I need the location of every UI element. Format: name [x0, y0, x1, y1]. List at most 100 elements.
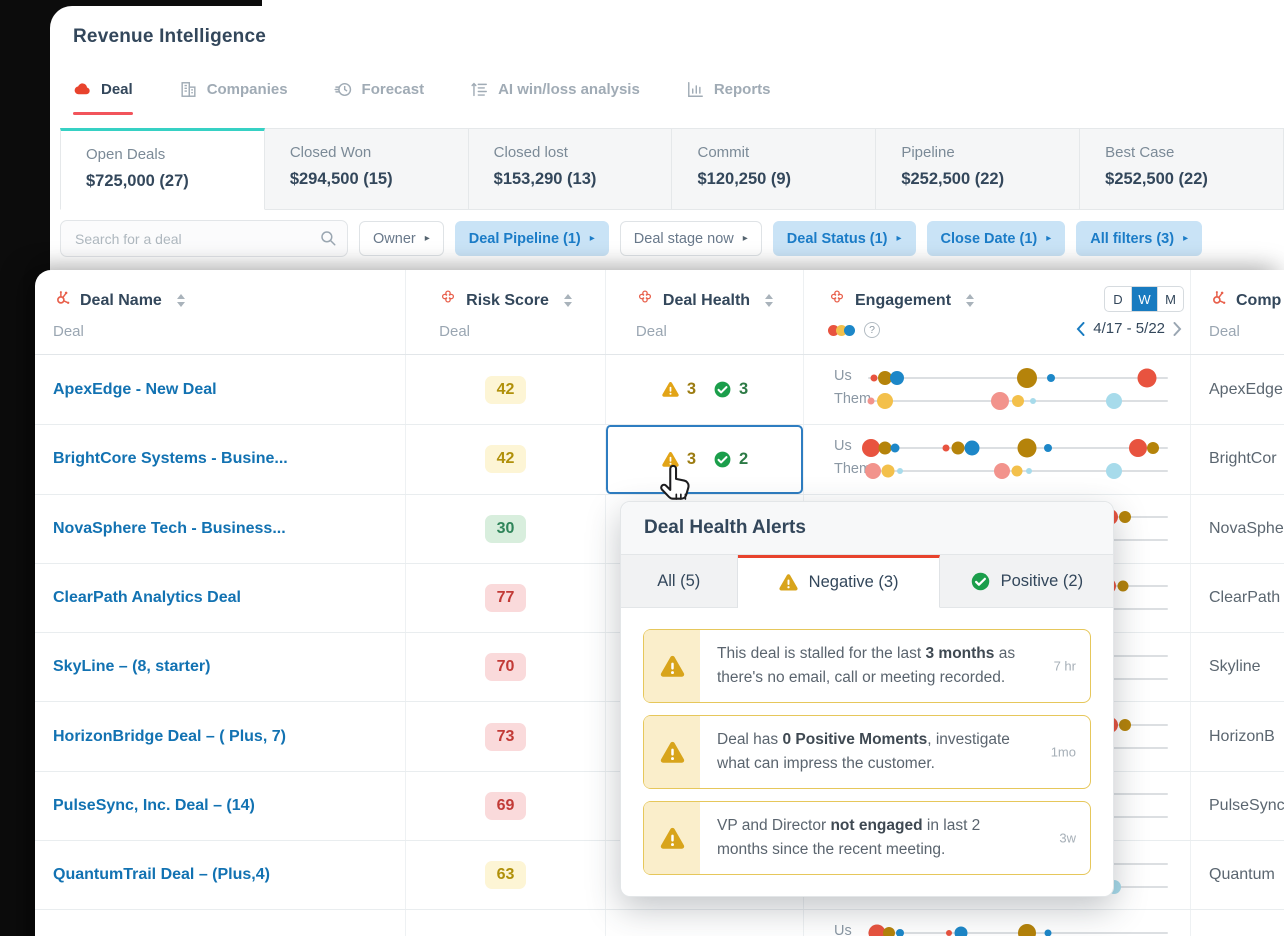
summary-card-pipeline[interactable]: Pipeline $252,500 (22) — [876, 128, 1081, 210]
engagement-dot — [1017, 367, 1037, 388]
warning-icon — [661, 450, 680, 469]
filter-chip-deal-pipeline-1[interactable]: Deal Pipeline (1) ▸ — [454, 221, 609, 256]
tab-label: Forecast — [361, 81, 425, 98]
period-range: 4/17 - 5/22 — [1093, 320, 1165, 337]
them-track — [864, 462, 1168, 479]
filter-chip-deal-stage-now[interactable]: Deal stage now ▸ — [619, 221, 762, 256]
engagement-dot — [954, 926, 968, 936]
chevron-right-icon: ▸ — [424, 233, 430, 244]
search-input[interactable] — [60, 220, 348, 257]
engagement-dot — [883, 926, 895, 936]
popup-tab-label: Negative (3) — [808, 573, 899, 591]
summary-card-best-case[interactable]: Best Case $252,500 (22) — [1080, 128, 1284, 210]
risk-score-pill: 42 — [485, 445, 526, 474]
page-title: Revenue Intelligence — [73, 26, 267, 47]
company-cell: ApexEdge — [1190, 355, 1284, 425]
deal-link[interactable]: QuantumTrail Deal – (Plus,4) — [53, 866, 270, 884]
tab-deal[interactable]: Deal — [73, 80, 133, 115]
us-label: Us — [834, 438, 852, 455]
column-label: Deal Name — [80, 291, 162, 309]
us-label: Us — [834, 368, 852, 384]
sort-deal-name[interactable] — [176, 294, 185, 307]
alert-text: This deal is stalled for the last 3 mont… — [717, 645, 1016, 687]
deal-link[interactable]: NovaSphere Tech - Business... — [53, 520, 286, 538]
column-sub: Deal — [1209, 323, 1240, 340]
chip-label: Deal stage now — [633, 230, 734, 247]
chevron-right-icon: ▸ — [1046, 233, 1052, 244]
risk-score-cell — [405, 910, 605, 936]
tab-label: AI win/loss analysis — [498, 81, 640, 98]
filter-chip-owner[interactable]: Owner ▸ — [359, 221, 444, 256]
chip-label: Deal Status (1) — [786, 230, 888, 247]
deal-link[interactable]: ClearPath Analytics Deal — [53, 589, 241, 607]
alert-card: Deal has 0 Positive Moments, investigate… — [643, 715, 1091, 790]
chip-label: Close Date (1) — [940, 230, 1038, 247]
company-cell: ClearPath — [1190, 563, 1284, 633]
filter-chip-all-filters-3[interactable]: All filters (3) ▸ — [1076, 221, 1203, 256]
ai-icon — [470, 80, 489, 99]
popup-tab-all-5[interactable]: All (5) — [621, 555, 738, 608]
popup-tab-label: Positive (2) — [1000, 571, 1084, 590]
summary-card-closed-won[interactable]: Closed Won $294,500 (15) — [264, 128, 469, 210]
engagement-dot — [864, 462, 881, 479]
engagement-dot — [1044, 929, 1052, 936]
tab-label: Deal — [101, 81, 133, 98]
engagement-dot — [1106, 392, 1122, 409]
tab-forecast[interactable]: Forecast — [334, 80, 425, 103]
engagement-cell: UsThem — [803, 910, 1190, 936]
toggle-month[interactable]: M — [1157, 287, 1183, 311]
help-icon[interactable]: ? — [864, 322, 880, 338]
reports-icon — [686, 80, 705, 99]
sort-deal-health[interactable] — [765, 294, 774, 307]
check-icon — [713, 380, 732, 399]
period-toggle: D W M — [1104, 286, 1184, 312]
column-sub: Deal — [635, 323, 667, 340]
popup-tab-negative-3[interactable]: Negative (3) — [737, 555, 940, 608]
search-box — [60, 220, 348, 257]
deal-link[interactable]: PulseSync, Inc. Deal – (14) — [53, 797, 255, 815]
popup-tab-positive-2[interactable]: Positive (2) — [939, 555, 1113, 608]
deal-link[interactable]: HorizonBridge Deal – ( Plus, 7) — [53, 728, 286, 746]
alert-timestamp: 7 hr — [1053, 658, 1076, 674]
chevron-right-icon[interactable] — [1173, 321, 1182, 336]
deal-link[interactable]: ApexEdge - New Deal — [53, 381, 217, 399]
us-label: Us — [834, 923, 852, 936]
tab-companies[interactable]: Companies — [179, 80, 288, 103]
tab-reports[interactable]: Reports — [686, 80, 771, 103]
card-label: Pipeline — [901, 144, 955, 161]
risk-score-cell: 42 — [405, 425, 605, 494]
chip-label: Deal Pipeline (1) — [468, 230, 581, 247]
us-track — [868, 367, 1168, 388]
deal-health-cell[interactable]: 32 — [605, 425, 803, 494]
positive-count: 2 — [739, 449, 749, 468]
nav-tabs: Deal Companies Forecast AI win/loss analysi… — [73, 80, 771, 115]
deal-link[interactable]: BrightCore Systems - Busine... — [53, 450, 288, 468]
tab-label: Reports — [713, 81, 771, 98]
filter-chip-close-date-1[interactable]: Close Date (1) ▸ — [926, 221, 1066, 256]
summary-card-commit[interactable]: Commit $120,250 (9) — [672, 128, 877, 210]
company-cell: BrightCor — [1190, 425, 1284, 494]
deal-link[interactable]: SkyLine – (8, starter) — [53, 658, 210, 676]
toggle-week[interactable]: W — [1131, 287, 1157, 311]
sort-engagement[interactable] — [966, 294, 975, 307]
deal-name-cell: ApexEdge - New Deal — [35, 355, 405, 424]
column-header-engagement: Engagement ? D W M 4/17 - 5/22 — [803, 270, 1190, 354]
card-label: Closed lost — [493, 144, 568, 161]
toggle-day[interactable]: D — [1105, 287, 1131, 311]
chevron-left-icon[interactable] — [1076, 321, 1085, 336]
tab-ai-win-loss-analysis[interactable]: AI win/loss analysis — [470, 80, 640, 103]
deal-health-cell[interactable] — [605, 910, 803, 936]
deal-health-cell[interactable]: 33 — [605, 355, 803, 425]
engagement-dot — [895, 928, 904, 936]
breeze-ai-icon — [636, 289, 654, 312]
filter-chip-deal-status-1[interactable]: Deal Status (1) ▸ — [772, 221, 916, 256]
popup-tab-label: All (5) — [657, 571, 701, 590]
column-label: Comp — [1236, 291, 1282, 309]
warning-icon — [661, 380, 680, 399]
sort-risk-score[interactable] — [563, 294, 572, 307]
summary-card-open-deals[interactable]: Open Deals $725,000 (27) — [60, 128, 265, 210]
card-label: Best Case — [1105, 144, 1175, 161]
risk-score-cell: 42 — [405, 355, 605, 425]
card-label: Open Deals — [86, 146, 166, 163]
summary-card-closed-lost[interactable]: Closed lost $153,290 (13) — [468, 128, 673, 210]
